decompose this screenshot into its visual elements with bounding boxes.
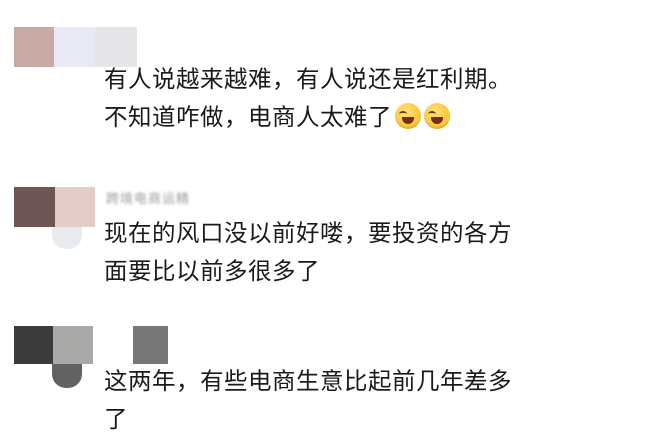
laughing-emoji-icon <box>424 103 450 129</box>
avatar-shadow <box>52 364 82 388</box>
avatar-tile <box>53 326 93 364</box>
comment-text-line-content: 不知道咋做，电商人太难了 <box>104 103 392 131</box>
comment-text-line: 不知道咋做，电商人太难了 <box>104 98 512 136</box>
avatar-shadow <box>52 227 82 249</box>
avatar-tile <box>93 326 133 364</box>
avatar-tile <box>14 326 53 364</box>
comment-text: 这两年，有些电商生意比起前几年差多 了 <box>104 362 512 438</box>
avatar-tile <box>133 326 168 364</box>
avatar-placeholder[interactable] <box>14 326 168 364</box>
avatar-placeholder[interactable] <box>14 187 95 227</box>
comment-text-line: 面要比以前多很多了 <box>104 257 320 285</box>
username[interactable]: 跨境电商运精 <box>106 188 190 207</box>
avatar-tile <box>55 187 95 227</box>
comment-text-line: 有人说越来越难，有人说还是红利期。 <box>104 65 512 93</box>
comment-text: 有人说越来越难，有人说还是红利期。 不知道咋做，电商人太难了 <box>104 60 512 136</box>
laughing-emoji-icon <box>395 103 421 129</box>
comment-text-line: 这两年，有些电商生意比起前几年差多 <box>104 367 512 395</box>
avatar-tile <box>54 27 95 67</box>
comment-text: 现在的风口没以前好喽，要投资的各方 面要比以前多很多了 <box>104 214 512 290</box>
avatar-tile <box>14 27 54 67</box>
comment-text-line: 了 <box>104 405 128 433</box>
comment-text-line: 现在的风口没以前好喽，要投资的各方 <box>104 219 512 247</box>
avatar-tile <box>14 187 55 227</box>
